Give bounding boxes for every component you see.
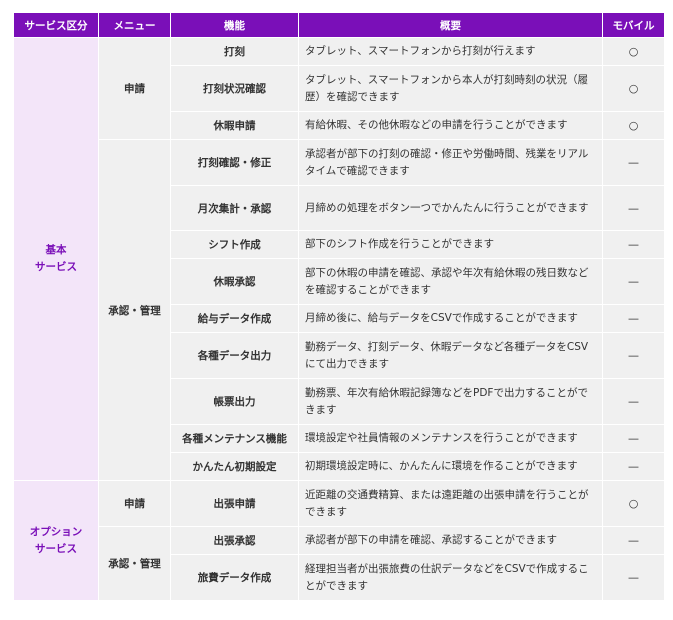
summary-cell: 部下のシフト作成を行うことができます: [298, 230, 603, 259]
table-row: 承認・管理 打刻確認・修正 承認者が部下の打刻の確認・修正や労働時間、残業をリア…: [14, 139, 665, 481]
function-cell: 各種データ出力: [170, 332, 299, 379]
mobile-cell: —: [602, 230, 665, 259]
function-cell: 出張承認: [170, 526, 299, 555]
table-row: 承認・管理 出張承認 承認者が部下の申請を確認、承認することができます —: [14, 526, 665, 601]
mobile-cell: —: [602, 332, 665, 379]
service-table: サービス区分 メニュー 機能 概要 モバイル 基本 サービス 申請 打刻 タブレ…: [13, 12, 665, 601]
mobile-cell: —: [602, 554, 665, 601]
category-option-line2: サービス: [35, 542, 77, 555]
mobile-cell: —: [602, 526, 665, 555]
header-menu: メニュー: [98, 12, 171, 38]
mobile-cell: ○: [602, 111, 665, 140]
mobile-cell: —: [602, 185, 665, 231]
summary-cell: タブレット、スマートフォンから打刻が行えます: [298, 37, 603, 66]
mobile-cell: —: [602, 452, 665, 481]
menu-apply-basic: 申請: [98, 37, 171, 140]
category-basic-line2: サービス: [35, 261, 77, 273]
mobile-cell: —: [602, 424, 665, 453]
summary-cell: 承認者が部下の打刻の確認・修正や労働時間、残業をリアルタイムで確認できます: [298, 139, 603, 186]
function-cell: 打刻確認・修正: [170, 139, 299, 186]
function-cell: 旅費データ作成: [170, 554, 299, 601]
mobile-cell: ○: [602, 480, 665, 527]
function-cell: シフト作成: [170, 230, 299, 259]
menu-approve-option: 承認・管理: [98, 526, 171, 601]
summary-cell: 部下の休暇の申請を確認、承認や年次有給休暇の残日数などを確認することができます: [298, 258, 603, 305]
mobile-cell: ○: [602, 65, 665, 112]
summary-cell: 環境設定や社員情報のメンテナンスを行うことができます: [298, 424, 603, 453]
function-cell: 帳票出力: [170, 378, 299, 425]
mobile-cell: —: [602, 304, 665, 333]
summary-cell: 勤務データ、打刻データ、休暇データなど各種データをCSVにて出力できます: [298, 332, 603, 379]
header-mobile: モバイル: [602, 12, 665, 38]
function-cell: かんたん初期設定: [170, 452, 299, 481]
header-function: 機能: [170, 12, 299, 38]
summary-cell: 月締め後に、給与データをCSVで作成することができます: [298, 304, 603, 333]
mobile-cell: ○: [602, 37, 665, 66]
function-cell: 各種メンテナンス機能: [170, 424, 299, 453]
function-cell: 休暇申請: [170, 111, 299, 140]
menu-apply-option: 申請: [98, 480, 171, 527]
mobile-cell: —: [602, 378, 665, 425]
summary-cell: 有給休暇、その他休暇などの申請を行うことができます: [298, 111, 603, 140]
summary-cell: 月締めの処理をボタン一つでかんたんに行うことができます: [298, 185, 603, 231]
summary-cell: 経理担当者が出張旅費の仕訳データなどをCSVで作成することができます: [298, 554, 603, 601]
header-category: サービス区分: [13, 12, 99, 38]
summary-cell: 初期環境設定時に、かんたんに環境を作ることができます: [298, 452, 603, 481]
category-option-line1: オプション: [29, 525, 83, 538]
summary-cell: タブレット、スマートフォンから本人が打刻時刻の状況（履歴）を確認できます: [298, 65, 603, 112]
function-cell: 出張申請: [170, 480, 299, 527]
category-basic-line1: 基本: [45, 244, 67, 257]
mobile-cell: —: [602, 258, 665, 305]
table-row: オプション サービス 申請 出張申請 近距離の交通費精算、または遠距離の出張申請…: [13, 480, 665, 601]
summary-cell: 勤務票、年次有給休暇記録簿などをPDFで出力することができます: [298, 378, 603, 425]
category-option: オプション サービス: [13, 480, 99, 601]
summary-cell: 近距離の交通費精算、または遠距離の出張申請を行うことができます: [298, 480, 603, 527]
function-cell: 打刻: [170, 37, 299, 66]
menu-approve-basic: 承認・管理: [98, 139, 171, 481]
function-cell: 給与データ作成: [170, 304, 299, 333]
function-cell: 月次集計・承認: [170, 185, 299, 231]
header-row: サービス区分 メニュー 機能 概要 モバイル: [13, 12, 665, 38]
summary-cell: 承認者が部下の申請を確認、承認することができます: [298, 526, 603, 555]
function-cell: 休暇承認: [170, 258, 299, 305]
header-summary: 概要: [298, 12, 603, 38]
function-cell: 打刻状況確認: [170, 65, 299, 112]
mobile-cell: —: [602, 139, 665, 186]
category-basic: 基本 サービス: [13, 37, 99, 481]
table-row: 基本 サービス 申請 打刻 タブレット、スマートフォンから打刻が行えます ○: [13, 37, 665, 481]
